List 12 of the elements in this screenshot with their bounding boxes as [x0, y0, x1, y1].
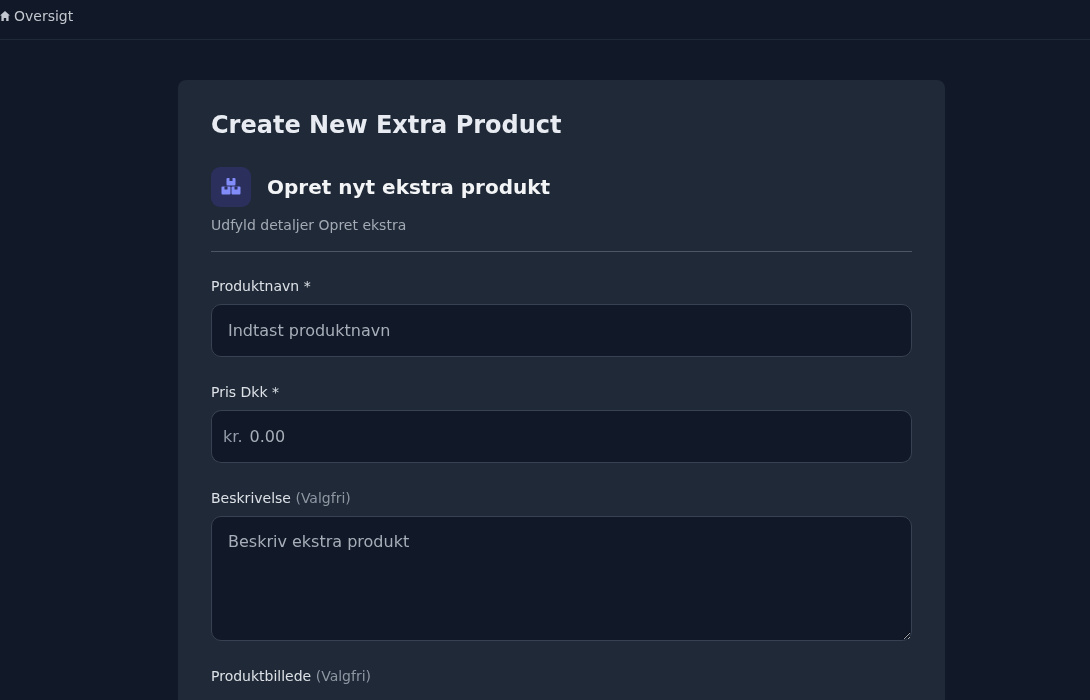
field-label: Pris Dkk * [211, 383, 281, 402]
field-label: Produktnavn * [211, 277, 312, 296]
input-field[interactable]: Indtast produktnavn [211, 304, 912, 357]
form-heading: Opret nyt ekstra produkt [267, 175, 551, 199]
boxes-icon [211, 167, 251, 207]
home-icon [0, 11, 10, 21]
textarea-field[interactable]: Beskriv ekstra produkt [211, 516, 912, 641]
form-subtitle: Udfyld detaljer Opret ekstra [211, 216, 408, 235]
page-title: Create New Extra Product [211, 111, 563, 140]
field-label: Produktbillede (Valgfri) [211, 667, 373, 686]
field-label: Beskrivelse (Valgfri) [211, 489, 352, 508]
overview-link[interactable]: Oversigt [0, 7, 74, 25]
